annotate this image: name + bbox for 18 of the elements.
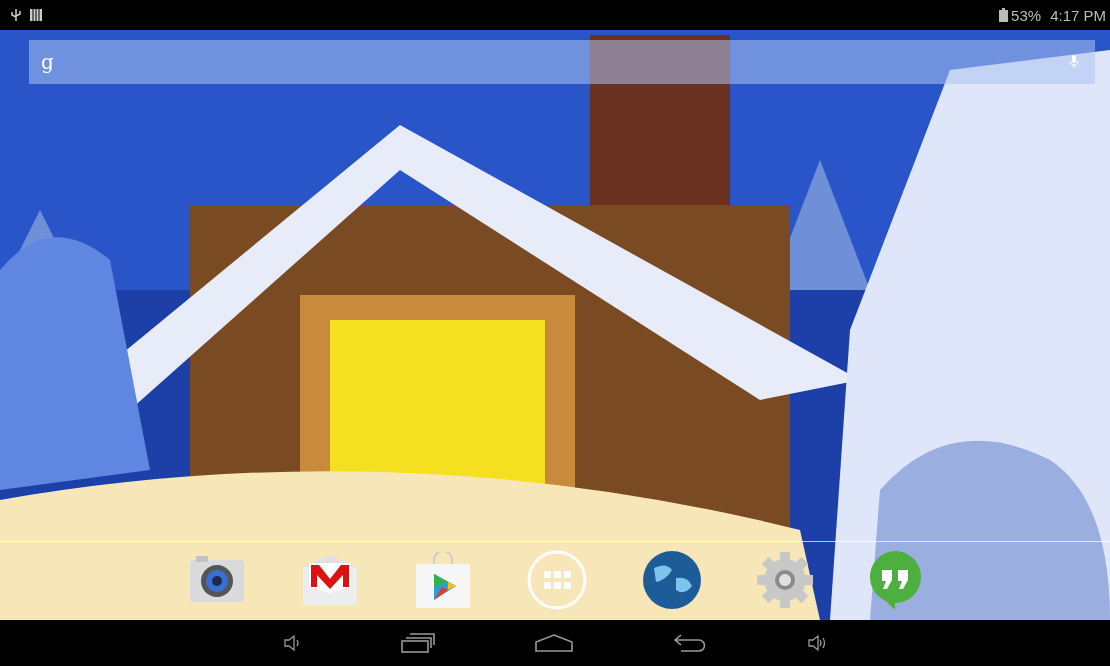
back-icon[interactable]: [673, 633, 707, 653]
volume-down-icon[interactable]: [283, 634, 301, 652]
battery-level: 53%: [1011, 6, 1042, 24]
home-icon[interactable]: [535, 634, 573, 652]
speech-bubble-icon[interactable]: [868, 550, 922, 610]
usb-icon: [10, 8, 22, 22]
recents-icon[interactable]: [401, 633, 435, 653]
globe-icon[interactable]: [642, 550, 702, 610]
shopping-bag-icon[interactable]: [414, 552, 472, 608]
search-logo: g: [41, 50, 54, 74]
search-bar[interactable]: g: [29, 40, 1095, 84]
volume-up-icon[interactable]: [807, 634, 827, 652]
battery-icon: [999, 8, 1009, 22]
clock-time: 4:17 PM: [1050, 6, 1106, 24]
gear-icon[interactable]: [757, 552, 813, 608]
envelope-icon[interactable]: [301, 553, 359, 607]
camera-icon[interactable]: [188, 556, 246, 604]
barcode-icon: [30, 9, 42, 21]
